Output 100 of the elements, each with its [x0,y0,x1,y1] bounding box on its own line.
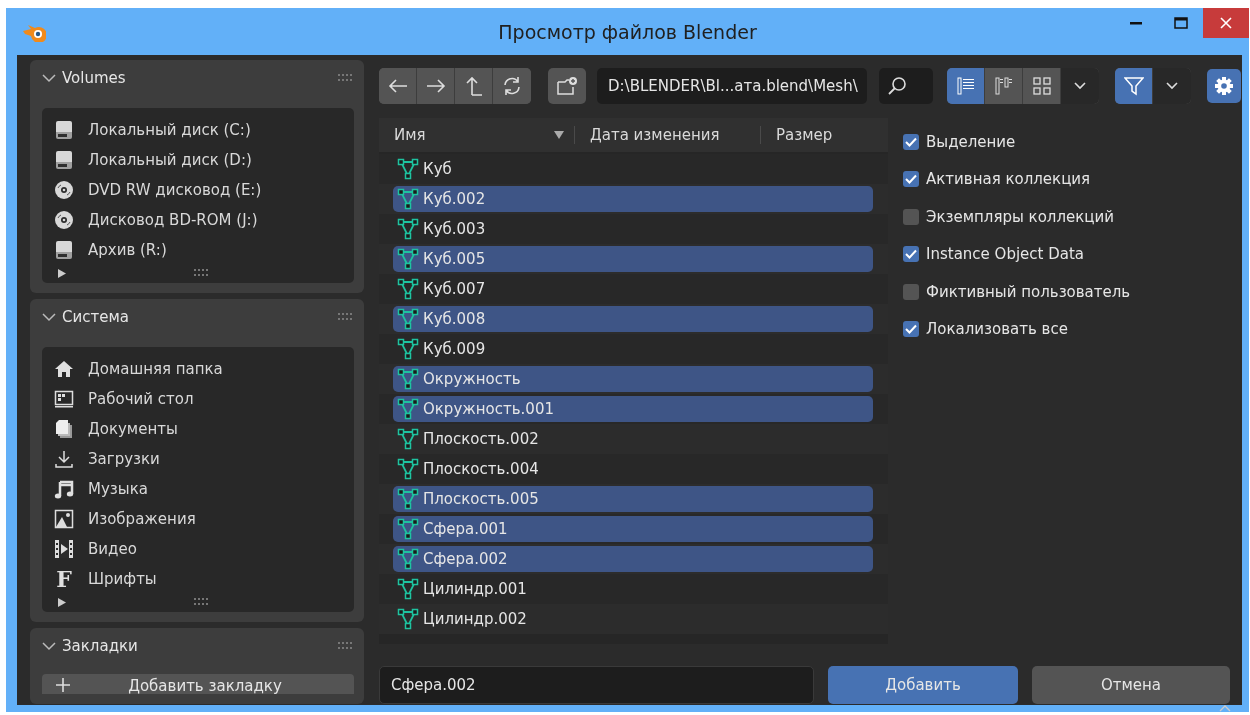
option-label: Instance Object Data [926,245,1084,264]
option-label: Фиктивный пользователь [926,282,1131,301]
caret-icon [1074,81,1086,90]
download-icon [54,449,74,469]
plus-icon [56,678,70,692]
mesh-icon [397,368,419,390]
column-header[interactable]: Имя [379,126,575,144]
left-arrow-icon [387,78,408,93]
right-arrow-icon [425,78,446,93]
path-field[interactable]: D:\BLENDER\Bl...ата.blend\Mesh\ [597,67,867,104]
column-header[interactable]: Дата изменения [575,126,761,144]
option-label: Активная коллекция [926,170,1091,189]
settings-icon [1214,75,1234,96]
panel-title[interactable]: Система [62,308,332,326]
columns-view-icon [994,76,1013,95]
settings-button[interactable] [1207,68,1241,103]
mesh-icon [397,578,419,600]
mesh-icon [397,308,419,330]
column-header[interactable]: Размер [761,126,833,144]
mesh-icon [397,608,419,630]
file-row[interactable]: Плоскость.005 [393,486,873,512]
filter-icon [1123,75,1144,96]
grip-icon [338,313,352,321]
checkbox[interactable] [903,283,919,300]
grid-view-icon [1032,76,1051,95]
file-row[interactable]: Сфера.002 [393,546,873,572]
file-row[interactable]: Окружность [393,366,873,392]
font-icon: F [56,568,72,590]
file-row[interactable]: Окружность.001 [393,396,873,422]
sidebar-item[interactable]: Видео [52,534,137,564]
window-title: Просмотр файлов Blender [498,20,757,43]
chevron-icon[interactable] [42,73,56,83]
back-button[interactable] [379,67,417,104]
sidebar-item[interactable]: Локальный диск (D:) [52,145,252,175]
option-label: Экземпляры коллекций [926,207,1114,226]
checkbox[interactable] [903,208,919,225]
sidebar-item[interactable]: F Шрифты [52,564,157,594]
mesh-icon [397,428,419,450]
mesh-icon [397,338,419,360]
panel-title[interactable]: Volumes [62,69,332,87]
mesh-icon [397,158,419,180]
sidebar-item[interactable]: Дисковод BD-ROM (J:) [52,205,258,235]
file-row[interactable]: Куб.007 [393,276,873,302]
maximize-icon [1173,17,1188,29]
file-row[interactable]: Куб [393,156,873,182]
documents-icon [54,419,74,439]
list-view-icon [956,76,975,95]
file-row[interactable]: Сфера.001 [393,516,873,542]
sidebar-item[interactable]: Рабочий стол [52,384,194,414]
mesh-icon [397,548,419,570]
expand-arrow-icon [58,268,66,278]
sidebar-item[interactable]: Домашняя папка [52,354,223,384]
file-row[interactable]: Куб.008 [393,306,873,332]
mesh-icon [397,488,419,510]
mesh-icon [397,218,419,240]
sidebar-item[interactable]: Архив (R:) [52,235,167,265]
sidebar-item[interactable]: DVD RW дисковод (E:) [52,175,262,205]
file-row[interactable]: Куб.002 [393,186,873,212]
sidebar-item[interactable]: Изображения [52,504,196,534]
checkbox[interactable] [903,133,919,150]
checkbox[interactable] [903,321,919,338]
file-row[interactable]: Плоскость.004 [393,456,873,482]
new-folder-icon [556,75,578,96]
disc-icon [54,210,74,230]
checkbox[interactable] [903,171,919,188]
new-folder-button[interactable] [548,67,586,104]
add-bookmark-button[interactable]: Добавить закладку [42,674,354,694]
confirm-button[interactable]: Добавить [828,666,1018,704]
chevron-icon[interactable] [42,312,56,322]
mesh-icon [397,518,419,540]
file-row[interactable]: Куб.003 [393,216,873,242]
display-mode-button[interactable] [947,67,985,104]
filter-toggle[interactable] [1115,67,1153,104]
filename-field[interactable]: Сфера.002 [379,666,814,704]
mesh-icon [397,458,419,480]
search-field[interactable] [879,67,933,104]
grip-icon [338,642,352,650]
music-note-icon [54,479,74,499]
sidebar-item[interactable]: Локальный диск (C:) [52,115,251,145]
file-row[interactable]: Куб.009 [393,336,873,362]
chevron-icon[interactable] [42,641,56,651]
sidebar-item[interactable]: Загрузки [52,444,160,474]
minimize-icon [1129,21,1142,25]
option-label: Локализовать все [926,320,1068,339]
search-icon [887,75,907,96]
drive-icon [55,150,73,170]
cancel-button[interactable]: Отмена [1032,666,1230,704]
expand-arrow-icon [58,597,66,607]
checkbox[interactable] [903,246,919,263]
file-row[interactable]: Куб.005 [393,246,873,272]
panel-title[interactable]: Закладки [62,637,332,655]
sidebar-item[interactable]: Музыка [52,474,148,504]
sidebar-item[interactable]: Документы [52,414,178,444]
grip-icon [338,74,352,82]
mesh-icon [397,248,419,270]
file-row[interactable]: Цилиндр.001 [393,576,873,602]
refresh-icon [502,75,522,96]
up-arrow-icon [464,75,483,96]
home-icon [54,360,74,378]
caret-up-icon [1219,705,1231,712]
